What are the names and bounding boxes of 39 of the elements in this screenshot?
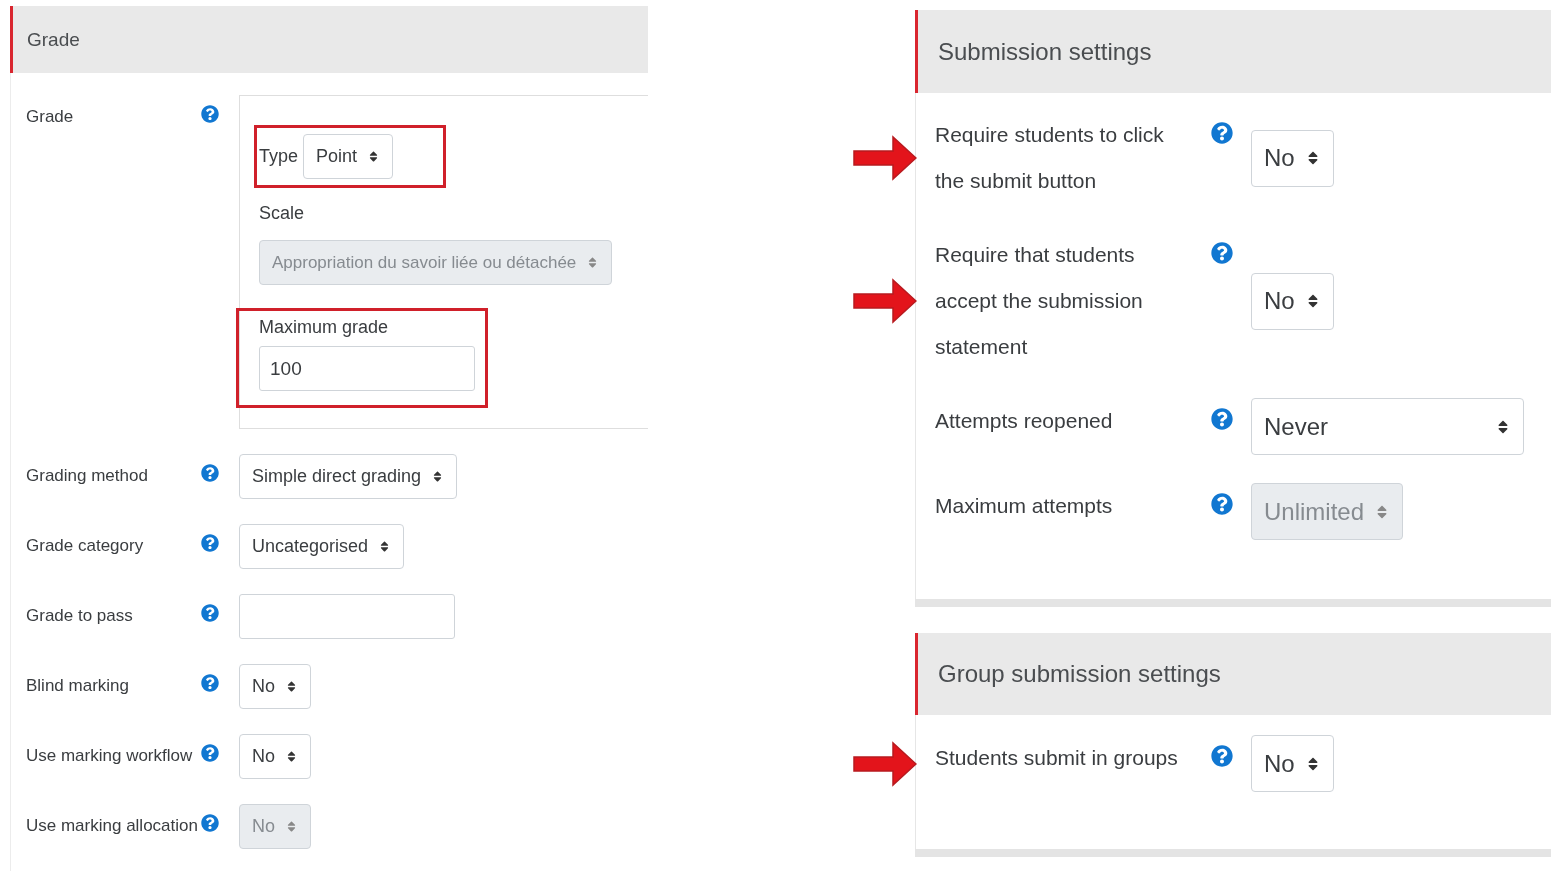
field-label: Maximum attempts <box>935 493 1114 519</box>
field-label: Attempts reopened <box>935 408 1114 434</box>
field-label: Grade category <box>25 535 145 557</box>
dropdown-select[interactable]: Never <box>1251 398 1524 455</box>
field-label: Grading method <box>25 465 149 487</box>
field-label: Use marking workflow <box>25 745 194 767</box>
arrow-icon <box>853 740 917 787</box>
field-label: Require that students accept the submission statement <box>935 242 1144 360</box>
dropdown-select[interactable]: Simple direct grading <box>239 454 458 499</box>
section-title: Group submission settings <box>938 660 1221 688</box>
sort-caret-icon <box>285 750 298 763</box>
sort-caret-icon <box>285 680 298 693</box>
dropdown-select[interactable]: No <box>239 664 311 709</box>
help-icon[interactable] <box>1211 745 1233 767</box>
arrow-icon <box>853 135 917 181</box>
field-label: Maximum grade <box>259 317 389 338</box>
field-label: Use marking allocation <box>25 815 199 837</box>
help-icon[interactable] <box>1211 242 1233 264</box>
field-label: Students submit in groups <box>935 745 1179 771</box>
dropdown-select[interactable]: Point <box>303 134 394 179</box>
sort-caret-icon <box>285 820 298 833</box>
section-title: Grade <box>27 28 80 51</box>
dropdown-select[interactable]: No <box>1251 129 1334 187</box>
input-field[interactable]: 100 <box>259 346 475 391</box>
dropdown-select[interactable]: No <box>239 734 311 779</box>
dropdown-select[interactable]: No <box>1251 735 1334 792</box>
arrow-icon <box>853 278 917 324</box>
input-field[interactable] <box>239 594 455 639</box>
dropdown-select[interactable]: Uncategorised <box>239 524 405 569</box>
field-label: Scale <box>259 203 305 224</box>
help-icon[interactable] <box>1211 122 1233 144</box>
field-label: Grade <box>25 106 75 128</box>
field-label: Require students to click the submit button <box>935 122 1165 194</box>
field-label: Type <box>259 146 299 167</box>
section-title: Submission settings <box>938 37 1152 66</box>
dropdown-select[interactable]: No <box>1251 272 1334 330</box>
help-icon[interactable] <box>1211 408 1233 430</box>
field-label: Blind marking <box>25 675 130 697</box>
field-label: Grade to pass <box>25 605 134 627</box>
